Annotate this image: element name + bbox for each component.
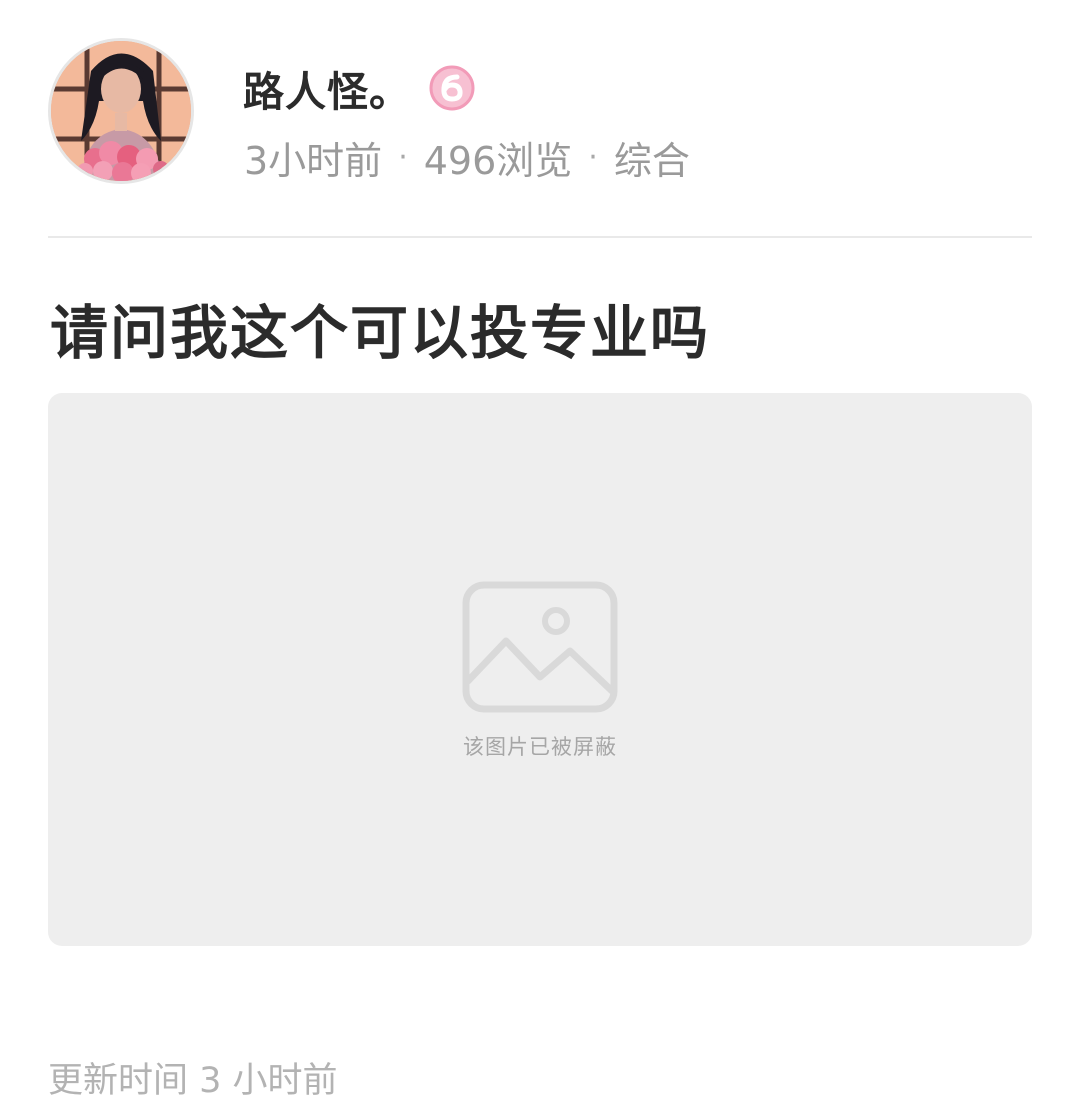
meta-separator: ·	[588, 140, 598, 175]
blocked-image[interactable]: 该图片已被屏蔽	[48, 393, 1032, 946]
post-header: 路人怪。 3小时前 · 496浏览 · 综合	[48, 38, 1032, 188]
author-avatar[interactable]	[48, 38, 194, 184]
author-name[interactable]: 路人怪。	[243, 58, 411, 118]
post-views: 496浏览	[423, 139, 573, 183]
username-row: 路人怪。	[243, 60, 475, 116]
avatar-image	[51, 41, 191, 181]
header-divider	[48, 236, 1032, 238]
level-badge-icon	[429, 65, 475, 111]
post-meta: 3小时前 · 496浏览 · 综合	[244, 130, 690, 185]
meta-separator: ·	[398, 140, 408, 175]
post-category[interactable]: 综合	[614, 130, 690, 185]
blocked-image-text: 该图片已被屏蔽	[463, 735, 617, 759]
post-title: 请问我这个可以投专业吗	[50, 299, 711, 367]
image-placeholder-icon	[462, 581, 618, 713]
post-time: 3小时前	[244, 139, 383, 183]
updated-time: 更新时间 3 小时前	[48, 1061, 338, 1101]
